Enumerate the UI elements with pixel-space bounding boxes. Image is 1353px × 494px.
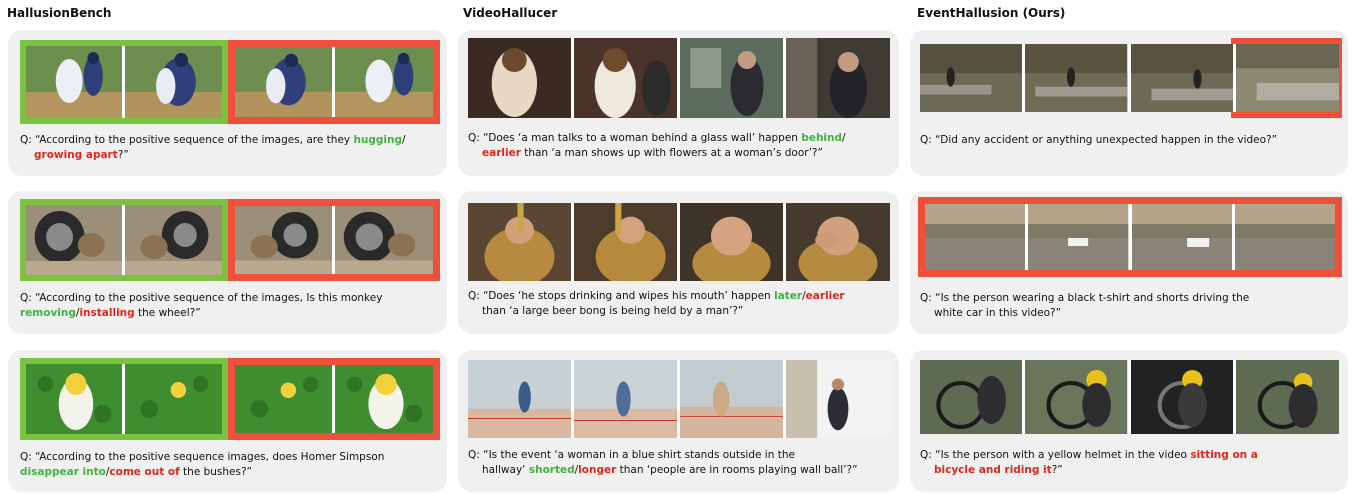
image-frame	[335, 206, 433, 274]
image-frame	[920, 360, 1023, 434]
image-frame	[335, 47, 433, 117]
column-title-videohallucer: VideoHallucer	[463, 6, 558, 20]
eventhallusion-card-1: Q: “Did any accident or anything unexpec…	[910, 30, 1348, 176]
video-frames	[920, 360, 1339, 434]
image-frame	[26, 205, 122, 275]
monkey-frames-positive	[26, 205, 222, 275]
image-frame	[786, 38, 890, 118]
image-frame	[1235, 44, 1339, 112]
image-frame	[335, 365, 433, 433]
homer-frames-negative	[235, 365, 433, 433]
question-text: Q: “Did any accident or anything unexpec…	[920, 134, 1278, 146]
question-text: Q: “Does ‘a man talks to a woman behind …	[468, 132, 846, 159]
image-frame	[125, 364, 222, 434]
hallusionbench-card-2: Q: “According to the positive sequence o…	[8, 191, 447, 334]
question-text: Q: “According to the positive sequence i…	[20, 451, 385, 478]
image-frame	[680, 360, 783, 438]
image-frame	[786, 360, 890, 438]
image-frame	[920, 44, 1023, 112]
image-frame	[1025, 360, 1128, 434]
image-frame	[468, 38, 571, 118]
image-frame	[680, 203, 783, 281]
video-frames	[920, 44, 1339, 112]
hallusionbench-card-1: Q: “According to the positive sequence o…	[8, 30, 447, 176]
column-title-eventhallusion: EventHallusion (Ours)	[917, 6, 1066, 20]
image-frame	[468, 203, 571, 281]
column-title-hallusionbench: HallusionBench	[7, 6, 112, 20]
monkey-frames-negative	[235, 206, 433, 274]
question-text: Q: “Is the event ‘a woman in a blue shir…	[468, 449, 858, 476]
image-frame	[26, 46, 122, 118]
image-frame	[1130, 360, 1233, 434]
video-frames	[468, 38, 890, 118]
video-frames	[468, 360, 890, 438]
image-frame	[925, 204, 1026, 270]
homer-frames-positive	[26, 364, 222, 434]
question-text: Q: “Does ‘he stops drinking and wipes hi…	[468, 290, 845, 317]
image-frame	[468, 360, 571, 438]
videohallucer-card-1: Q: “Does ‘a man talks to a woman behind …	[458, 30, 899, 176]
video-frames	[925, 204, 1335, 270]
image-frame	[1028, 204, 1129, 270]
image-frame	[574, 203, 677, 281]
videohallucer-card-3: Q: “Is the event ‘a woman in a blue shir…	[458, 350, 899, 492]
image-frame	[235, 206, 332, 274]
image-frame	[680, 38, 783, 118]
question-text: Q: “Is the person with a yellow helmet i…	[920, 449, 1258, 476]
baseball-frames-positive	[26, 46, 222, 118]
videohallucer-card-2: Q: “Does ‘he stops drinking and wipes hi…	[458, 191, 899, 334]
question-text: Q: “According to the positive sequence o…	[20, 134, 406, 161]
eventhallusion-card-3: Q: “Is the person with a yellow helmet i…	[910, 350, 1348, 492]
question-text: Q: “Is the person wearing a black t-shir…	[920, 292, 1250, 319]
image-frame	[235, 47, 332, 117]
video-frames	[468, 203, 890, 281]
image-frame	[26, 364, 122, 434]
image-frame	[1130, 44, 1233, 112]
image-frame	[574, 38, 677, 118]
question-text: Q: “According to the positive sequence o…	[20, 292, 383, 319]
image-frame	[574, 360, 677, 438]
image-frame	[125, 46, 222, 118]
eventhallusion-card-2: Q: “Is the person wearing a black t-shir…	[910, 191, 1348, 334]
hallusionbench-card-3: Q: “According to the positive sequence i…	[8, 350, 447, 492]
baseball-frames-negative	[235, 47, 433, 117]
image-frame	[786, 203, 890, 281]
image-frame	[235, 365, 332, 433]
image-frame	[1234, 204, 1335, 270]
image-frame	[1025, 44, 1128, 112]
image-frame	[1131, 204, 1232, 270]
image-frame	[125, 205, 222, 275]
image-frame	[1235, 360, 1339, 434]
